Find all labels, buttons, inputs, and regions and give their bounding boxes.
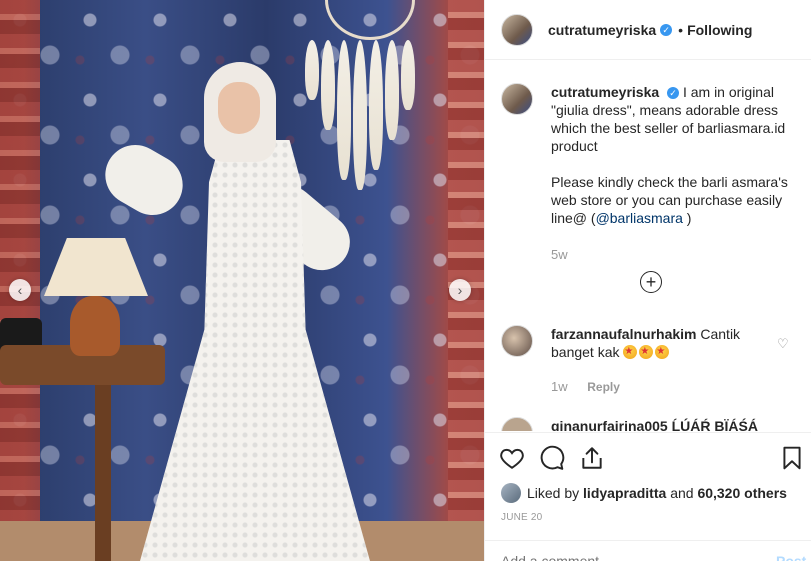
- post-photo[interactable]: ‹ ›: [0, 0, 484, 561]
- heart-icon[interactable]: [499, 445, 525, 471]
- table-leg: [95, 385, 111, 561]
- reply-button[interactable]: Reply: [587, 380, 620, 394]
- verified-badge-icon: ✓: [660, 23, 673, 36]
- comment-text: ginanurfajrina005 ĹÚÁŔ BÏÁŚÁ: [551, 417, 758, 431]
- comment-input[interactable]: [501, 553, 751, 561]
- post-button[interactable]: Post: [776, 553, 806, 561]
- feather: [305, 40, 319, 100]
- chevron-right-icon[interactable]: ›: [449, 279, 471, 301]
- comment-text: farzannaufalnurhakim Cantik banget kak: [551, 325, 761, 361]
- following-button[interactable]: Following: [687, 22, 752, 38]
- verified-badge-icon: ✓: [667, 87, 680, 99]
- plus-circle-icon[interactable]: +: [640, 271, 662, 293]
- share-icon[interactable]: [579, 445, 605, 471]
- add-comment-bar: Post: [485, 540, 811, 561]
- comment-icon[interactable]: [539, 445, 565, 471]
- avatar[interactable]: [501, 13, 533, 46]
- caption-username[interactable]: cutratumeyriska: [551, 84, 659, 100]
- lamp-base: [70, 296, 120, 356]
- comment-item: ginanurfajrina005 ĹÚÁŔ BÏÁŚÁ: [501, 417, 758, 431]
- action-bar: [485, 432, 811, 482]
- mention-link[interactable]: @barliasmara: [596, 210, 683, 226]
- comment-item: farzannaufalnurhakim Cantik banget kak: [501, 325, 761, 361]
- avatar: [501, 483, 521, 503]
- caption-body-3: ): [682, 210, 692, 226]
- bookmark-icon[interactable]: [779, 445, 805, 471]
- comment-meta: 1w Reply: [551, 379, 636, 394]
- likes-prefix: Liked by: [527, 485, 580, 501]
- header-username[interactable]: cutratumeyriska: [548, 22, 656, 38]
- star-eyes-emoji-icon: [655, 343, 670, 361]
- likes-count-button[interactable]: 60,320 others: [697, 485, 787, 501]
- avatar[interactable]: [501, 417, 533, 431]
- feather: [369, 40, 383, 170]
- comment-username[interactable]: farzannaufalnurhakim: [551, 326, 696, 342]
- comment-heart-icon[interactable]: ♡: [777, 336, 789, 352]
- chevron-left-icon[interactable]: ‹: [9, 279, 31, 301]
- feather: [385, 40, 399, 140]
- star-eyes-emoji-icon: [639, 343, 654, 361]
- caption: cutratumeyriska ✓ I am in original "giul…: [501, 83, 791, 227]
- avatar[interactable]: [501, 83, 533, 115]
- comments-section[interactable]: cutratumeyriska ✓ I am in original "giul…: [485, 61, 811, 431]
- dreamcatcher-ring: [325, 0, 415, 40]
- caption-text: cutratumeyriska ✓ I am in original "giul…: [551, 83, 791, 227]
- star-eyes-emoji-icon: [623, 343, 638, 361]
- face: [218, 82, 260, 134]
- avatar[interactable]: [501, 325, 533, 357]
- post-header: cutratumeyriska ✓ • Following: [485, 0, 811, 60]
- feather: [353, 40, 367, 190]
- feather: [337, 40, 351, 180]
- comment-body: ĹÚÁŔ BÏÁŚÁ: [671, 418, 758, 431]
- comment-username[interactable]: ginanurfajrina005: [551, 418, 668, 431]
- post-date[interactable]: JUNE 20: [501, 512, 542, 523]
- dreamcatcher: [305, 0, 435, 190]
- feather: [321, 40, 335, 130]
- likes-middle: and: [670, 485, 694, 501]
- caption-time[interactable]: 5w: [551, 247, 568, 262]
- likes-user[interactable]: lidyapraditta: [583, 485, 666, 501]
- post-panel: cutratumeyriska ✓ • Following cutratumey…: [484, 0, 811, 561]
- separator-dot: •: [678, 21, 684, 38]
- comment-time[interactable]: 1w: [551, 379, 568, 394]
- feather: [401, 40, 415, 110]
- likes-summary: Liked by lidyapraditta and 60,320 others: [501, 483, 787, 503]
